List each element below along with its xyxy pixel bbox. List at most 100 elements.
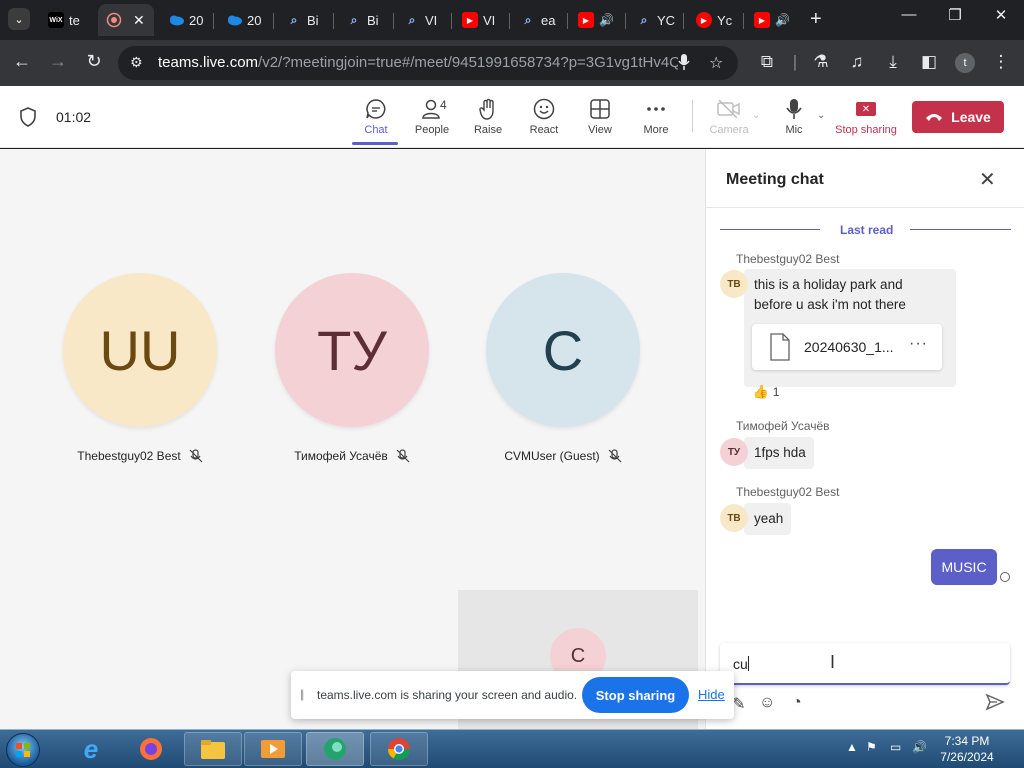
shield-icon [20, 107, 36, 127]
leave-button[interactable]: Leave [912, 101, 1004, 133]
separator-icon: | [792, 52, 798, 71]
drag-handle-icon[interactable]: || [300, 687, 304, 701]
firefox-icon[interactable] [122, 732, 180, 766]
format-pen-icon[interactable]: ✎ [732, 694, 745, 714]
back-icon[interactable]: ← [10, 51, 34, 72]
browser-tab[interactable]: ⌕ VI [396, 4, 448, 36]
start-button[interactable] [6, 733, 40, 767]
tab-search-chevron-icon[interactable]: ⌄ [8, 8, 30, 30]
browser-tab[interactable]: 20 [160, 4, 212, 36]
more-menu-icon[interactable]: ⋮ [990, 52, 1012, 72]
forward-icon[interactable]: → [46, 51, 70, 72]
my-message-bubble[interactable]: MUSIC [931, 549, 997, 585]
browser-tab[interactable]: WiX te [40, 4, 96, 36]
participant-tile[interactable]: C CVMUser (Guest) [478, 273, 648, 463]
browser-tab[interactable]: ▶ VI [454, 4, 506, 36]
message-bubble[interactable]: yeah [744, 503, 792, 535]
youtube-icon: ▶ [578, 12, 594, 28]
browser-tab[interactable]: ⌕ Bi [338, 4, 390, 36]
tab-title: VI [483, 12, 496, 28]
wix-icon: WiX [48, 12, 64, 28]
show-hidden-icons-icon[interactable]: ▲ [846, 740, 858, 754]
windows-taskbar: e ▲ ⚑ ▭ 🔊 7:34 PM 7/26/2024 [0, 729, 1024, 768]
speaker-icon: 🔊 [599, 13, 614, 27]
volume-icon[interactable]: 🔊 [912, 740, 927, 754]
send-icon[interactable] [985, 692, 1005, 712]
message-bubble[interactable]: 1fps hda [744, 437, 814, 469]
chat-button[interactable]: Chat [348, 96, 404, 136]
browser-tab[interactable]: ⌕ ea [512, 4, 564, 36]
restore-icon[interactable]: ❐ [940, 6, 970, 24]
side-panel-icon[interactable]: ◧ [918, 52, 940, 72]
file-name: 20240630_1... [804, 339, 894, 355]
react-button[interactable]: React [516, 96, 572, 136]
chat-panel-title: Meeting chat [726, 171, 824, 188]
internet-explorer-icon[interactable]: e [62, 732, 120, 766]
text-caret [747, 656, 749, 671]
reaction-pill[interactable]: 👍 1 [746, 381, 786, 403]
sticker-icon[interactable]: ◔ [792, 694, 802, 712]
file-explorer-icon[interactable] [184, 732, 242, 766]
view-button[interactable]: View [572, 96, 628, 136]
close-window-icon[interactable]: ✕ [986, 6, 1016, 24]
meeting-timer: 01:02 [56, 109, 92, 125]
mic-chevron-down-icon[interactable]: ⌄ [817, 110, 825, 121]
tab-close-icon[interactable]: ✕ [133, 12, 145, 29]
media-queue-icon[interactable]: ♫ [846, 52, 868, 72]
browser-tab[interactable]: ▶ 🔊 [570, 4, 622, 36]
microphone-icon[interactable] [678, 53, 690, 76]
tab-title: VI [425, 12, 438, 28]
browser-tab[interactable]: 20 [218, 4, 270, 36]
media-player-icon[interactable] [244, 732, 302, 766]
close-icon[interactable]: ✕ [979, 167, 996, 192]
action-center-flag-icon[interactable]: ⚑ [866, 740, 877, 754]
chrome-icon[interactable] [370, 732, 428, 766]
labs-flask-icon[interactable]: ⚗ [810, 52, 832, 72]
edge-icon[interactable] [306, 732, 364, 766]
profile-avatar[interactable]: t [955, 53, 975, 73]
mic-button[interactable]: Mic [766, 96, 822, 136]
hide-link[interactable]: Hide [698, 687, 725, 702]
browser-tab[interactable]: ⌕ Bi [278, 4, 330, 36]
participant-avatar: C [486, 273, 640, 427]
hang-up-icon [926, 114, 943, 121]
file-more-icon[interactable]: ··· [909, 335, 928, 353]
taskbar-clock[interactable]: 7:34 PM 7/26/2024 [932, 733, 1002, 765]
url-text[interactable]: teams.live.com/v2/?meetingjoin=true#/mee… [158, 54, 678, 71]
tab-title: Bi [367, 12, 379, 28]
mic-label: Mic [785, 124, 803, 136]
stop-sharing-button[interactable]: Stop sharing [582, 677, 689, 713]
site-settings-icon[interactable]: ⚙ [130, 54, 143, 71]
message-text: 1fps hda [754, 445, 806, 460]
chat-compose-input[interactable]: cu I [720, 643, 1010, 685]
people-button[interactable]: People [404, 96, 460, 136]
network-icon[interactable]: ▭ [890, 740, 901, 754]
raise-hand-button[interactable]: Raise [460, 96, 516, 136]
address-bar[interactable]: ⚙ teams.live.com/v2/?meetingjoin=true#/m… [118, 46, 738, 80]
minimize-icon[interactable]: — [894, 6, 924, 23]
browser-tab[interactable]: ▶ Yc [688, 4, 740, 36]
clock-time: 7:34 PM [944, 734, 990, 748]
browser-tab-active[interactable]: ✕ [98, 4, 154, 36]
extensions-icon[interactable]: ⧉ [756, 52, 778, 72]
camera-button[interactable]: Camera [701, 96, 757, 136]
tab-separator [683, 13, 684, 29]
participant-tile[interactable]: ТУ Тимофей Усачёв [267, 273, 437, 463]
search-icon: ⌕ [350, 12, 358, 27]
more-button[interactable]: More [628, 96, 684, 136]
camera-chevron-down-icon[interactable]: ⌄ [752, 110, 760, 121]
file-attachment[interactable]: 20240630_1... ··· [752, 324, 942, 370]
emoji-icon[interactable]: ☺ [759, 694, 775, 712]
reload-icon[interactable]: ↻ [82, 51, 106, 72]
tab-separator [451, 13, 452, 29]
browser-tab[interactable]: ▶ 🔊 [746, 4, 798, 36]
download-icon[interactable]: ⤓ [882, 52, 904, 72]
browser-tab[interactable]: ⌕ YC [628, 4, 680, 36]
message-line: before u ask i'm not there [754, 297, 906, 312]
participant-tile[interactable]: UU Thebestguy02 Best [55, 273, 225, 463]
new-tab-button[interactable]: + [810, 8, 822, 31]
last-read-divider: Last read [720, 223, 1011, 239]
search-icon: ⌕ [524, 12, 532, 27]
bookmark-star-icon[interactable]: ☆ [709, 53, 723, 73]
stop-sharing-header-button[interactable]: ✕ Stop sharing [832, 96, 900, 136]
